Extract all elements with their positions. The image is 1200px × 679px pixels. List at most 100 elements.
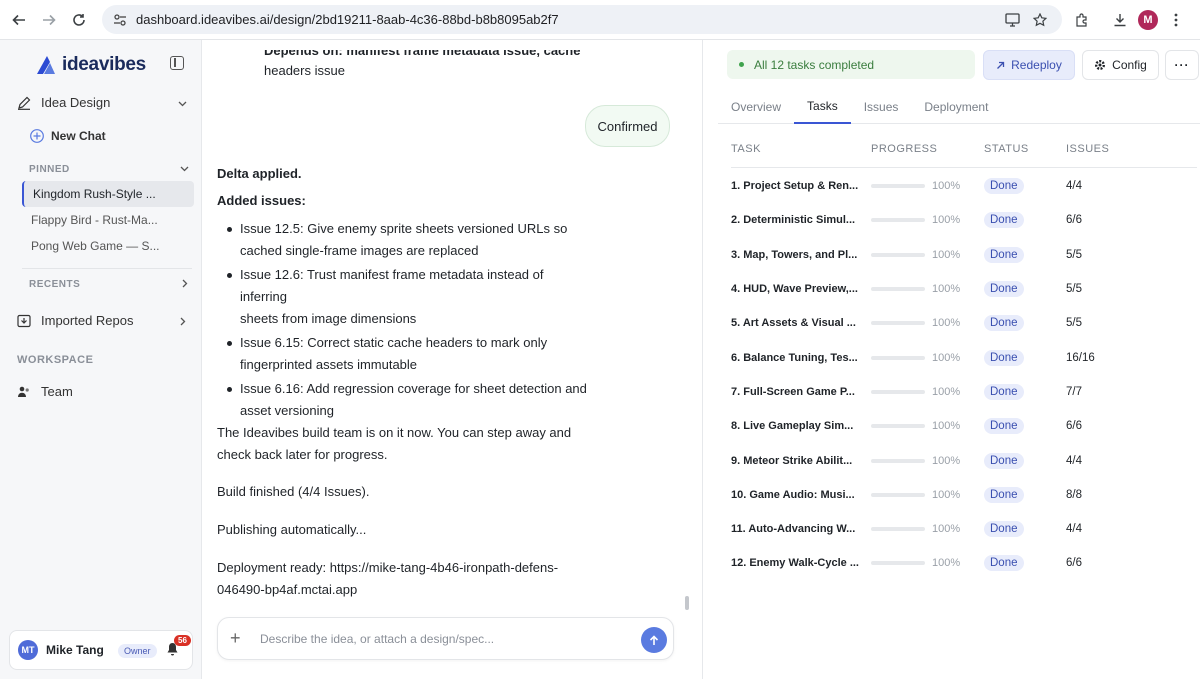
task-issues-count: 7/7 bbox=[1066, 385, 1082, 398]
tab-issues[interactable]: Issues bbox=[851, 90, 912, 124]
table-row[interactable]: 5. Art Assets & Visual ... 100% Done 5/5 bbox=[731, 306, 1197, 340]
status-badge: Done bbox=[984, 315, 1024, 332]
sidebar-collapse-icon[interactable] bbox=[170, 56, 184, 70]
task-progress: 100% bbox=[871, 214, 984, 226]
status-badge: Done bbox=[984, 486, 1024, 503]
table-row[interactable]: 12. Enemy Walk-Cycle ... 100% Done 6/6 bbox=[731, 546, 1197, 580]
task-status: Done bbox=[984, 246, 1066, 263]
avatar: MT bbox=[18, 640, 38, 660]
sidebar-item-imported-repos[interactable]: Imported Repos bbox=[17, 313, 134, 328]
user-card[interactable]: MT Mike Tang Owner 56 bbox=[9, 630, 193, 670]
tab-tasks[interactable]: Tasks bbox=[794, 90, 851, 124]
table-row[interactable]: 1. Project Setup & Ren... 100% Done 4/4 bbox=[731, 169, 1197, 203]
chevron-right-icon[interactable] bbox=[180, 317, 186, 326]
brand-logo[interactable]: ideavibes bbox=[36, 54, 146, 76]
pinned-item[interactable]: Pong Web Game — S... bbox=[22, 233, 194, 259]
more-options-button[interactable]: ··· bbox=[1165, 50, 1199, 80]
cast-icon[interactable] bbox=[998, 6, 1026, 34]
tab-overview[interactable]: Overview bbox=[718, 90, 794, 124]
progress-percent: 100% bbox=[932, 214, 961, 227]
progress-percent: 100% bbox=[932, 317, 961, 330]
table-row[interactable]: 4. HUD, Wave Preview,... 100% Done 5/5 bbox=[731, 272, 1197, 306]
task-progress: 100% bbox=[871, 352, 984, 364]
attach-plus-icon[interactable]: + bbox=[230, 628, 246, 649]
forward-icon[interactable] bbox=[34, 5, 64, 35]
table-row[interactable]: 8. Live Gameplay Sim... 100% Done 6/6 bbox=[731, 409, 1197, 443]
extensions-icon[interactable] bbox=[1068, 6, 1096, 34]
status-text: All 12 tasks completed bbox=[754, 57, 875, 72]
chevron-right-icon[interactable] bbox=[182, 279, 188, 288]
task-issues-count: 5/5 bbox=[1066, 248, 1082, 261]
sidebar-item-idea-design[interactable]: Idea Design bbox=[17, 95, 110, 110]
profile-avatar[interactable]: M bbox=[1134, 6, 1162, 34]
send-button[interactable] bbox=[641, 627, 667, 653]
table-row[interactable]: 10. Game Audio: Musi... 100% Done 8/8 bbox=[731, 478, 1197, 512]
progress-bar bbox=[871, 321, 925, 326]
sidebar-item-label: Imported Repos bbox=[41, 313, 134, 328]
arrow-up-icon bbox=[649, 634, 659, 645]
status-badge: Done bbox=[984, 212, 1024, 229]
chat-input[interactable] bbox=[260, 631, 630, 646]
task-name: 3. Map, Towers, and Pl... bbox=[731, 248, 858, 261]
new-chat-button[interactable]: New Chat bbox=[30, 129, 106, 143]
divider bbox=[22, 268, 192, 269]
tab-deployment[interactable]: Deployment bbox=[911, 90, 1001, 124]
reload-icon[interactable] bbox=[64, 5, 94, 35]
status-badge: Done bbox=[984, 452, 1024, 469]
progress-bar bbox=[871, 492, 925, 497]
bookmark-star-icon[interactable] bbox=[1026, 6, 1054, 34]
pinned-section-label: PINNED bbox=[29, 164, 70, 175]
list-item: Issue 12.5: Give enemy sprite sheets ver… bbox=[217, 218, 587, 262]
progress-bar bbox=[871, 561, 925, 566]
progress-percent: 100% bbox=[932, 180, 961, 193]
task-status: Done bbox=[984, 418, 1066, 435]
progress-percent: 100% bbox=[932, 557, 961, 570]
added-issues-list: Issue 12.5: Give enemy sprite sheets ver… bbox=[217, 218, 587, 424]
redeploy-button[interactable]: Redeploy bbox=[983, 50, 1075, 80]
address-bar[interactable]: dashboard.ideavibes.ai/design/2bd19211-8… bbox=[102, 5, 1062, 34]
task-name: 4. HUD, Wave Preview,... bbox=[731, 283, 858, 296]
message-text: Delta applied. bbox=[217, 166, 302, 181]
progress-percent: 100% bbox=[932, 351, 961, 364]
table-row[interactable]: 2. Deterministic Simul... 100% Done 6/6 bbox=[731, 203, 1197, 237]
task-status: Done bbox=[984, 452, 1066, 469]
column-header: STATUS bbox=[984, 143, 1029, 155]
site-settings-icon[interactable] bbox=[112, 12, 128, 28]
role-badge: Owner bbox=[118, 644, 157, 658]
task-status: Done bbox=[984, 315, 1066, 332]
progress-bar bbox=[871, 355, 925, 360]
list-item: Issue 6.15: Correct static cache headers… bbox=[217, 332, 587, 376]
chat-scrollbar[interactable] bbox=[685, 596, 689, 610]
task-progress: 100% bbox=[871, 249, 984, 261]
user-message-bubble: Confirmed bbox=[585, 105, 670, 147]
back-icon[interactable] bbox=[4, 5, 34, 35]
column-header: PROGRESS bbox=[871, 143, 938, 155]
task-status: Done bbox=[984, 281, 1066, 298]
task-status: Done bbox=[984, 212, 1066, 229]
progress-bar bbox=[871, 218, 925, 223]
config-button[interactable]: Config bbox=[1082, 50, 1159, 80]
pinned-item[interactable]: Flappy Bird - Rust-Ma... bbox=[22, 207, 194, 233]
message-text: Depends on: manifest frame metadata issu… bbox=[264, 43, 581, 58]
task-progress: 100% bbox=[871, 386, 984, 398]
download-icon[interactable] bbox=[1106, 6, 1134, 34]
table-row[interactable]: 3. Map, Towers, and Pl... 100% Done 5/5 bbox=[731, 238, 1197, 272]
table-row[interactable]: 7. Full-Screen Game P... 100% Done 7/7 bbox=[731, 375, 1197, 409]
table-row[interactable]: 9. Meteor Strike Abilit... 100% Done 4/4 bbox=[731, 443, 1197, 477]
progress-percent: 100% bbox=[932, 488, 961, 501]
pinned-item[interactable]: Kingdom Rush-Style ... bbox=[22, 181, 194, 207]
task-status: Done bbox=[984, 555, 1066, 572]
chevron-down-icon[interactable] bbox=[178, 101, 187, 107]
progress-bar bbox=[871, 184, 925, 189]
task-issues-count: 16/16 bbox=[1066, 351, 1095, 364]
browser-menu-icon[interactable] bbox=[1162, 6, 1190, 34]
panel-tabs: Overview Tasks Issues Deployment bbox=[718, 90, 1200, 124]
task-issues-count: 5/5 bbox=[1066, 283, 1082, 296]
progress-percent: 100% bbox=[932, 385, 961, 398]
sidebar-item-team[interactable]: Team bbox=[17, 384, 73, 399]
pinned-list: Kingdom Rush-Style ... Flappy Bird - Rus… bbox=[22, 181, 194, 259]
table-row[interactable]: 6. Balance Tuning, Tes... 100% Done 16/16 bbox=[731, 340, 1197, 374]
chevron-down-icon[interactable] bbox=[180, 166, 189, 172]
table-row[interactable]: 11. Auto-Advancing W... 100% Done 4/4 bbox=[731, 512, 1197, 546]
status-badge: Done bbox=[984, 555, 1024, 572]
